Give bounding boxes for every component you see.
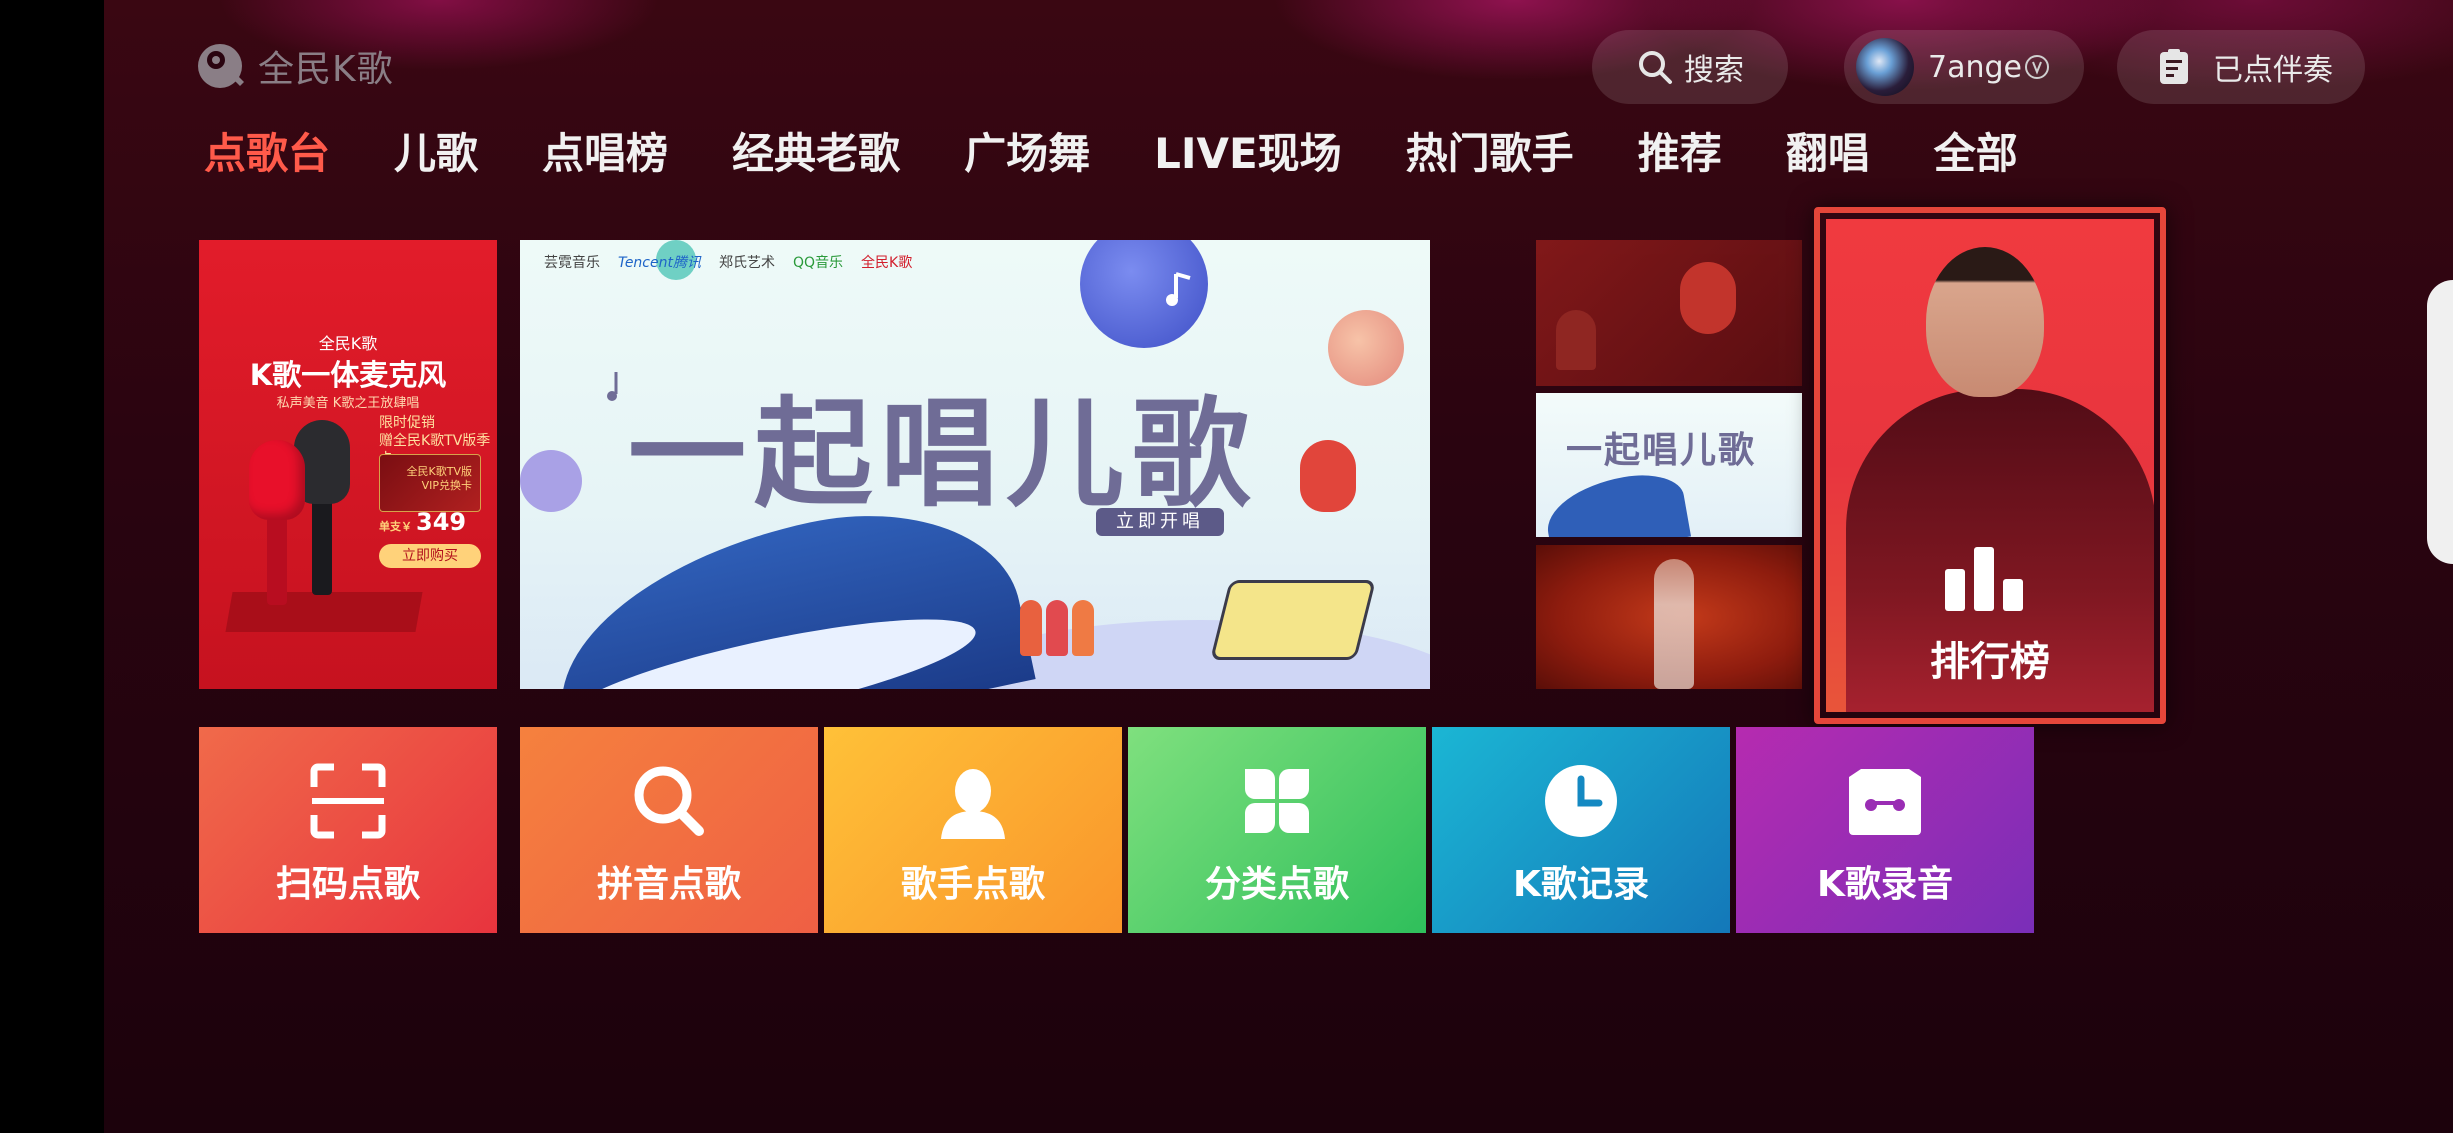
recording-icon [1849, 769, 1921, 835]
red-microphone [249, 440, 305, 520]
vip-card-text1: 全民K歌TV版 [406, 465, 472, 478]
singer-photo [1654, 559, 1694, 689]
singer-icon [941, 769, 1005, 839]
clock-icon [1545, 765, 1617, 837]
sponsor-logo: 芸霓音乐 [544, 255, 600, 271]
mini-banner-parrot[interactable] [1536, 240, 1802, 386]
chart-bars-icon [1945, 547, 2023, 611]
tile-label: K歌录音 [1817, 864, 1953, 905]
user-account-button[interactable]: 7ange [1844, 30, 2084, 104]
tv-home-screen: 全民K歌 搜索 7ange 已点伴奏 点歌台 儿歌 点唱榜 经典老歌 广场舞 L… [104, 0, 2453, 1133]
price-prefix: 单支￥ [379, 520, 412, 533]
playlist-icon [2160, 49, 2188, 84]
hero-banner-children-songs[interactable]: 芸霓音乐 Tencent腾讯 郑氏艺术 QQ音乐 全民K歌 一起唱儿歌 立即开唱 [520, 240, 1430, 689]
character-illustration [1072, 600, 1094, 656]
search-button[interactable]: 搜索 [1592, 30, 1788, 104]
vip-badge-icon [2024, 55, 2049, 79]
singer-head [1926, 247, 2044, 397]
tab-live[interactable]: LIVE现场 [1154, 126, 1342, 182]
tab-recommended[interactable]: 推荐 [1638, 126, 1722, 182]
app-logo-text: 全民K歌 [258, 49, 394, 90]
singer-request-tile[interactable]: 歌手点歌 [824, 727, 1122, 933]
black-mic-handle [312, 500, 332, 595]
mini-banner-singer[interactable] [1536, 545, 1802, 689]
sponsor-logo: Tencent腾讯 [618, 255, 701, 271]
tile-label: 分类点歌 [1204, 864, 1349, 905]
parrot-illustration [1680, 262, 1736, 334]
music-note-icon [1166, 272, 1191, 306]
sponsor-logo: 郑氏艺术 [718, 255, 775, 271]
tab-hot-singers[interactable]: 热门歌手 [1406, 126, 1574, 182]
vip-card-image: 全民K歌TV版 VIP兑换卡 [379, 454, 481, 512]
user-name: 7ange [1928, 49, 2022, 85]
promo-price: 单支￥ 349 [379, 508, 466, 536]
price-value: 349 [416, 508, 467, 536]
tile-label: K歌记录 [1513, 864, 1649, 905]
decor-planet [1328, 310, 1404, 386]
sponsor-logo: 全民K歌 [861, 255, 913, 271]
tulip-illustration [1556, 310, 1596, 370]
pinyin-request-tile[interactable]: 拼音点歌 [520, 727, 818, 933]
bird-illustration [1300, 440, 1356, 512]
app-logo: 全民K歌 [196, 38, 394, 94]
side-drawer-handle[interactable] [2427, 280, 2453, 564]
ranking-card[interactable]: 排行榜 [1814, 207, 2166, 724]
promo-deal-line1: 限时促销 [379, 415, 435, 431]
tab-classic-oldies[interactable]: 经典老歌 [732, 126, 900, 182]
promo-brand: 全民K歌 [318, 334, 378, 353]
tab-diange[interactable]: 点歌台 [204, 126, 330, 182]
decor-planet [520, 450, 582, 512]
tab-square-dance[interactable]: 广场舞 [964, 126, 1090, 182]
ranking-label: 排行榜 [1930, 639, 2050, 685]
microphone-promo-card[interactable]: 全民K歌 K歌一体麦克风 私声美音 K歌之王放肆唱 限时促销 赠全民K歌TV版季… [199, 240, 497, 689]
tab-children-songs[interactable]: 儿歌 [394, 126, 478, 182]
vip-card-text2: VIP兑换卡 [421, 479, 472, 492]
sponsor-logo: QQ音乐 [792, 255, 844, 271]
search-icon [1639, 51, 1672, 84]
tab-covers[interactable]: 翻唱 [1786, 126, 1870, 182]
red-mic-handle [267, 515, 287, 605]
category-tabs: 点歌台 儿歌 点唱榜 经典老歌 广场舞 LIVE现场 热门歌手 推荐 翻唱 全部 [204, 126, 2082, 182]
tab-request-chart[interactable]: 点唱榜 [542, 126, 668, 182]
search-icon [634, 766, 704, 836]
scan-to-request-tile[interactable]: 扫码点歌 [199, 727, 497, 933]
tile-label: 歌手点歌 [900, 864, 1045, 905]
tab-all[interactable]: 全部 [1934, 126, 2018, 182]
hero-cta-button[interactable]: 立即开唱 [1096, 508, 1224, 536]
tile-label: 扫码点歌 [275, 864, 420, 905]
promo-stage [225, 592, 423, 632]
karaoke-recordings-tile[interactable]: K歌录音 [1736, 727, 2034, 933]
buy-now-button[interactable]: 立即购买 [379, 544, 481, 568]
character-illustration [1046, 600, 1068, 656]
music-note-icon [607, 372, 618, 401]
hero-title: 一起唱儿歌 [628, 385, 1259, 523]
avatar [1856, 38, 1914, 96]
mini-banner-children-songs[interactable]: 一起唱儿歌 [1536, 393, 1802, 537]
sponsor-logos: 芸霓音乐 Tencent腾讯 郑氏艺术 QQ音乐 全民K歌 [544, 252, 912, 272]
scan-icon [310, 763, 386, 839]
character-illustration [1020, 600, 1042, 656]
promo-headline: K歌一体麦克风 [249, 358, 447, 392]
karaoke-history-tile[interactable]: K歌记录 [1432, 727, 1730, 933]
promo-subtitle: 私声美音 K歌之王放肆唱 [276, 396, 420, 411]
queued-songs-label: 已点伴奏 [2213, 53, 2333, 88]
whale-illustration [1540, 467, 1692, 537]
category-request-tile[interactable]: 分类点歌 [1128, 727, 1426, 933]
queued-songs-button[interactable]: 已点伴奏 [2117, 30, 2365, 104]
app-logo-icon [198, 44, 244, 88]
tile-label: 拼音点歌 [596, 864, 741, 905]
turntable-illustration [1210, 580, 1376, 660]
search-label: 搜索 [1684, 53, 1744, 88]
ranking-card-image: 排行榜 [1826, 219, 2154, 712]
category-icon [1245, 769, 1309, 833]
mini-banner-title: 一起唱儿歌 [1566, 430, 1757, 471]
